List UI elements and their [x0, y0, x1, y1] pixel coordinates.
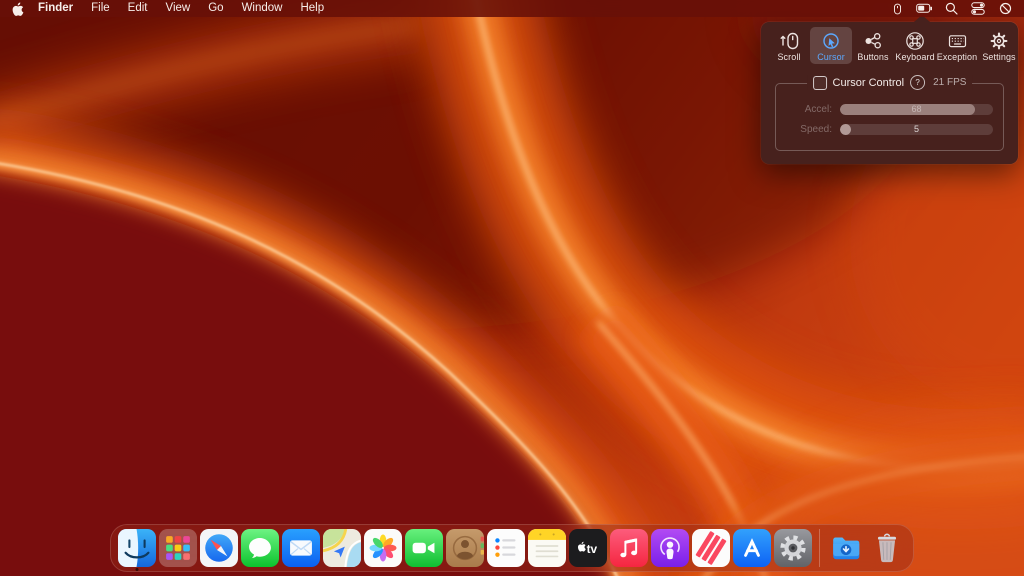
- mouse-utility-popover: Scroll Cursor Buttons: [761, 22, 1018, 164]
- cursor-control-group: Cursor Control ? 21 FPS Accel: 68 Speed:…: [775, 83, 1004, 151]
- app-menu-title[interactable]: Finder: [29, 0, 82, 17]
- dock-item-reminders[interactable]: [487, 529, 525, 567]
- control-center-icon[interactable]: [969, 0, 987, 17]
- reminders-icon: [487, 529, 525, 567]
- cursor-click-icon: [821, 31, 841, 51]
- app-store-icon: [733, 529, 771, 567]
- dock-item-trash[interactable]: [868, 529, 906, 567]
- fps-value: 21 FPS: [933, 77, 966, 88]
- speed-label: Speed:: [786, 124, 832, 135]
- dock-item-maps[interactable]: [323, 529, 361, 567]
- dock-item-finder[interactable]: [118, 529, 156, 567]
- apple-menu[interactable]: [11, 1, 29, 16]
- tab-cursor-label: Cursor: [817, 52, 845, 62]
- dock: tv: [110, 524, 914, 572]
- trash-icon: [868, 529, 906, 567]
- dock-item-messages[interactable]: [241, 529, 279, 567]
- system-settings-icon: [774, 529, 812, 567]
- launchpad-icon: [159, 529, 197, 567]
- tab-keyboard-label: Keyboard: [895, 52, 934, 62]
- notes-icon: [528, 529, 566, 567]
- menu-bar: Finder File Edit View Go Window Help: [0, 0, 1024, 17]
- photos-icon: [364, 529, 402, 567]
- cursor-control-label: Cursor Control: [833, 77, 905, 89]
- dock-item-system-settings[interactable]: [774, 529, 812, 567]
- dock-item-tv[interactable]: tv: [569, 529, 607, 567]
- tab-settings-label: Settings: [982, 52, 1015, 62]
- accel-value: 68: [840, 104, 993, 115]
- dock-item-appstore[interactable]: [733, 529, 771, 567]
- dock-item-music[interactable]: [610, 529, 648, 567]
- spotlight-search-icon[interactable]: [942, 0, 960, 17]
- podcasts-icon: [651, 529, 689, 567]
- tab-scroll-label: Scroll: [777, 52, 800, 62]
- menu-item-window[interactable]: Window: [233, 0, 292, 17]
- speed-slider[interactable]: 5: [840, 124, 993, 135]
- mouse-icon[interactable]: [888, 0, 906, 17]
- messages-icon: [241, 529, 279, 567]
- speed-row: Speed: 5: [786, 124, 993, 135]
- speed-value: 5: [840, 124, 993, 135]
- tab-cursor[interactable]: Cursor: [810, 27, 852, 64]
- dock-divider: [819, 529, 820, 567]
- keyboard-grid-icon: [947, 31, 968, 51]
- contacts-icon: [446, 529, 484, 567]
- tab-exception-label: Exception: [937, 52, 977, 62]
- dock-item-facetime[interactable]: [405, 529, 443, 567]
- tv-icon: tv: [569, 529, 607, 567]
- dock-item-safari[interactable]: [200, 529, 238, 567]
- accel-slider[interactable]: 68: [840, 104, 993, 115]
- tab-scroll[interactable]: Scroll: [768, 27, 810, 64]
- mail-icon: [282, 529, 320, 567]
- menu-item-go[interactable]: Go: [199, 0, 232, 17]
- maps-icon: [323, 529, 361, 567]
- tab-buttons[interactable]: Buttons: [852, 27, 894, 64]
- dock-item-notes[interactable]: [528, 529, 566, 567]
- dock-item-mail[interactable]: [282, 529, 320, 567]
- menu-item-view[interactable]: View: [157, 0, 200, 17]
- accel-row: Accel: 68: [786, 104, 993, 115]
- dock-item-launchpad[interactable]: [159, 529, 197, 567]
- music-icon: [610, 529, 648, 567]
- tab-exception[interactable]: Exception: [936, 27, 978, 64]
- do-not-disturb-icon[interactable]: [996, 0, 1014, 17]
- tab-keyboard[interactable]: Keyboard: [894, 27, 936, 64]
- menu-item-file[interactable]: File: [82, 0, 119, 17]
- gear-icon: [989, 31, 1009, 51]
- dock-item-news[interactable]: [692, 529, 730, 567]
- dock-item-downloads[interactable]: [827, 529, 865, 567]
- popover-tab-bar: Scroll Cursor Buttons: [761, 22, 1018, 67]
- accel-label: Accel:: [786, 104, 832, 115]
- svg-text:tv: tv: [587, 542, 598, 556]
- help-icon[interactable]: ?: [910, 75, 925, 90]
- dock-item-podcasts[interactable]: [651, 529, 689, 567]
- cursor-control-legend: Cursor Control ? 21 FPS: [807, 75, 973, 90]
- menu-item-edit[interactable]: Edit: [119, 0, 157, 17]
- dock-item-contacts[interactable]: [446, 529, 484, 567]
- finder-icon: [118, 529, 156, 567]
- scroll-mouse-icon: [779, 31, 800, 51]
- battery-icon[interactable]: [915, 0, 933, 17]
- news-icon: [692, 529, 730, 567]
- menu-item-help[interactable]: Help: [291, 0, 333, 17]
- tab-buttons-label: Buttons: [857, 52, 888, 62]
- dock-item-photos[interactable]: [364, 529, 402, 567]
- cursor-control-checkbox[interactable]: [813, 76, 827, 90]
- safari-icon: [200, 529, 238, 567]
- facetime-icon: [405, 529, 443, 567]
- command-circle-icon: [905, 31, 925, 51]
- downloads-folder-icon: [827, 529, 865, 567]
- apple-logo-icon: [11, 1, 24, 16]
- tab-settings[interactable]: Settings: [978, 27, 1020, 64]
- buttons-nodes-icon: [863, 31, 883, 51]
- desktop: Finder File Edit View Go Window Help: [0, 0, 1024, 576]
